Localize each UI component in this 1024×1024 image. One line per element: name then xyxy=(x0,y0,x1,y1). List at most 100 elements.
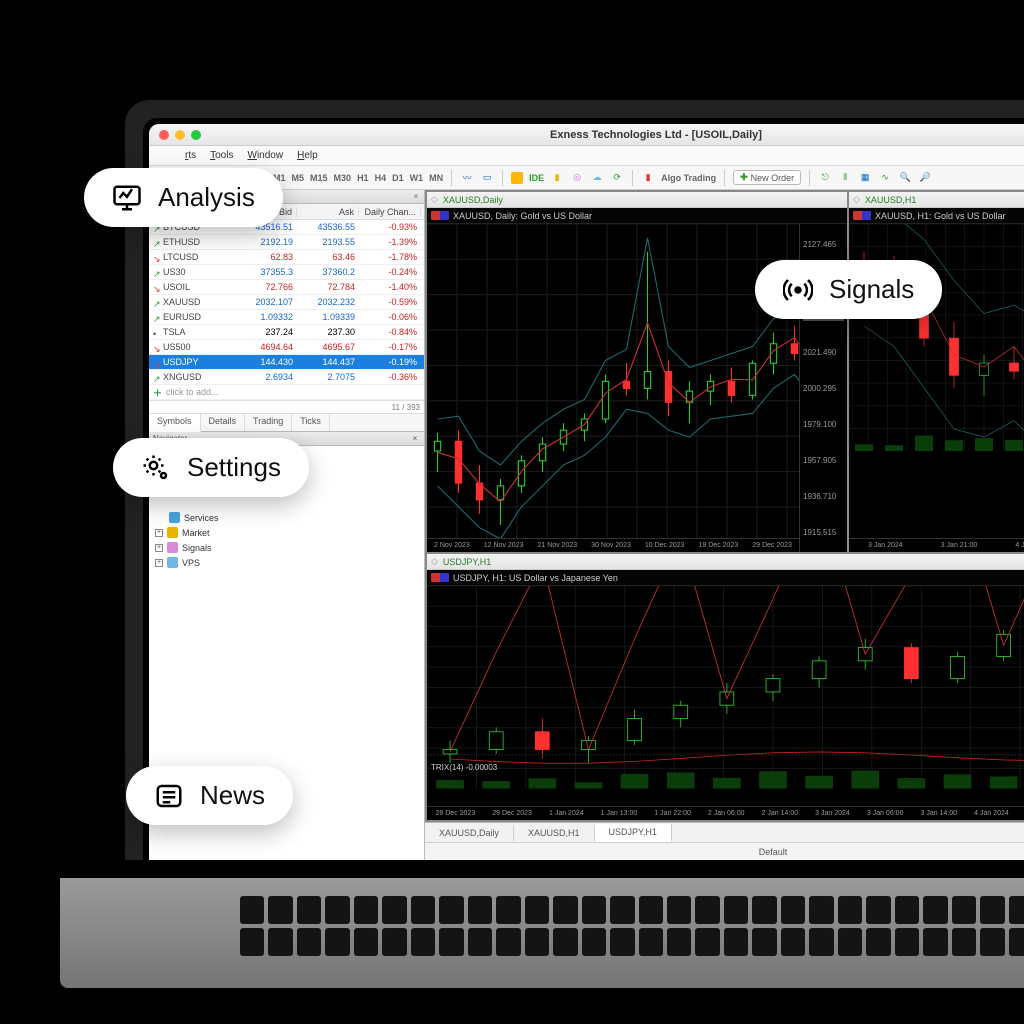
minimize-window-icon[interactable] xyxy=(175,130,185,140)
tab-trading[interactable]: Trading xyxy=(245,414,292,431)
zoom-out-icon[interactable]: 🔎 xyxy=(918,171,932,185)
tab-details[interactable]: Details xyxy=(201,414,246,431)
zoom-in-icon[interactable]: 🔍 xyxy=(898,171,912,185)
tab-symbols[interactable]: Symbols xyxy=(149,414,201,432)
market-watch-row[interactable]: ↗ETHUSD2192.192193.55-1.39% xyxy=(149,235,424,250)
chart-pane-xauusd-daily: ◇ XAUUSD,Daily XAUUSD, Daily: Gold vs US… xyxy=(427,192,847,552)
algo-trading-button[interactable]: Algo Trading xyxy=(661,173,716,183)
market-watch-row[interactable]: ↗XAUUSD2032.1072032.232-0.59% xyxy=(149,295,424,310)
menu-bar: rts Tools Window Help xyxy=(149,146,1024,166)
timeframe-button[interactable]: H4 xyxy=(375,173,387,183)
ide-button[interactable]: IDE xyxy=(529,173,544,183)
pill-settings[interactable]: Settings xyxy=(113,438,309,497)
laptop-base xyxy=(60,878,1024,988)
shopping-bag-icon[interactable]: ▮ xyxy=(550,171,564,185)
chart-minimize-icon[interactable]: ◇ xyxy=(853,194,860,205)
chart-header: XAUUSD, Daily: Gold vs US Dollar xyxy=(427,208,847,224)
market-watch-row[interactable]: ↗EURUSD1.093321.09339-0.06% xyxy=(149,310,424,325)
add-symbol-row[interactable]: ＋ click to add... xyxy=(149,385,424,400)
autotrade-icon[interactable]: ⎋ xyxy=(818,171,832,185)
symbol-count: 11 / 393 xyxy=(392,403,420,412)
pill-news[interactable]: News xyxy=(126,766,293,825)
vps-cloud-icon[interactable]: ☁ xyxy=(590,171,604,185)
navigator-item[interactable]: +Signals xyxy=(155,540,418,555)
window-title: Exness Technologies Ltd - [USOIL,Daily] xyxy=(201,129,1024,141)
market-watch-row[interactable]: ↘US5004694.644695.67-0.17% xyxy=(149,340,424,355)
close-window-icon[interactable] xyxy=(159,130,169,140)
close-icon[interactable]: × xyxy=(410,434,420,443)
status-text: Default xyxy=(759,847,788,857)
timeframe-button[interactable]: D1 xyxy=(392,173,404,183)
x-axis: 3 Jan 20243 Jan 21:004 Jan 06:00 xyxy=(849,538,1024,552)
menu-item[interactable]: Window xyxy=(247,150,283,161)
chart-minimize-icon[interactable]: ◇ xyxy=(431,194,438,205)
timeframe-button[interactable]: M15 xyxy=(310,173,328,183)
monitor-chart-icon xyxy=(112,183,142,213)
chart-tab-button[interactable]: XAUUSD,Daily xyxy=(425,825,514,841)
chart-tab[interactable]: ◇ XAUUSD,Daily xyxy=(427,192,847,208)
pill-signals[interactable]: Signals xyxy=(755,260,942,319)
navigator-item[interactable]: +VPS xyxy=(155,555,418,570)
depth-icon[interactable]: ⫴ xyxy=(838,171,852,185)
indicator-icon[interactable]: 〰 xyxy=(460,171,474,185)
chart-header: XAUUSD, H1: Gold vs US Dollar xyxy=(849,208,1024,224)
chart-canvas[interactable]: TRIX(14) -0.00003 28 Dec 202329 Dec 2023… xyxy=(427,586,1024,820)
menu-item[interactable]: Help xyxy=(297,150,318,161)
market-watch-row[interactable]: ↗XNGUSD2.69342.7075-0.36% xyxy=(149,370,424,385)
news-icon xyxy=(154,781,184,811)
window-controls xyxy=(159,130,201,140)
market-watch-row[interactable]: ↗US3037355.337360.2-0.24% xyxy=(149,265,424,280)
gear-icon xyxy=(141,453,171,483)
left-panel: × Symbol Bid Ask Daily Chan... ↗BTCUSD43… xyxy=(149,190,425,860)
market-watch-row[interactable]: •TSLA237.24237.30-0.84% xyxy=(149,325,424,340)
close-icon[interactable]: × xyxy=(411,192,421,201)
chart-tab-button[interactable]: XAUUSD,H1 xyxy=(514,825,595,841)
timeframe-button[interactable]: H1 xyxy=(357,173,369,183)
timeframe-button[interactable]: M30 xyxy=(334,173,352,183)
plus-icon: ✚ xyxy=(740,172,748,183)
status-bar: Default xyxy=(425,842,1024,860)
menu-item[interactable]: Tools xyxy=(210,150,233,161)
new-order-button[interactable]: ✚ New Order xyxy=(733,170,801,185)
market-watch-footer: 11 / 393 xyxy=(149,400,424,414)
chart-window-icon[interactable]: ∿ xyxy=(878,171,892,185)
chart-tab-label: XAUUSD,Daily xyxy=(443,195,503,205)
timeframe-button[interactable]: M5 xyxy=(292,173,305,183)
col-ask[interactable]: Ask xyxy=(297,207,359,217)
market-watch-tabs: Symbols Details Trading Ticks xyxy=(149,414,424,432)
grid-icon[interactable]: ▦ xyxy=(858,171,872,185)
navigator-item[interactable]: +Market xyxy=(155,525,418,540)
chart-tab-button[interactable]: USDJPY,H1 xyxy=(595,824,672,842)
chart-tab-label: USDJPY,H1 xyxy=(443,557,491,567)
signals-icon[interactable]: ◎ xyxy=(570,171,584,185)
chart-header: USDJPY, H1: US Dollar vs Japanese Yen xyxy=(427,570,1024,586)
tab-ticks[interactable]: Ticks xyxy=(292,414,330,431)
market-watch-row[interactable]: ↘LTCUSD62.8363.46-1.78% xyxy=(149,250,424,265)
template-icon[interactable]: ▭ xyxy=(480,171,494,185)
col-change[interactable]: Daily Chan... xyxy=(359,207,421,217)
x-axis: 2 Nov 202312 Nov 202321 Nov 202330 Nov 2… xyxy=(427,538,799,552)
algo-stop-icon[interactable]: ▮ xyxy=(641,171,655,185)
chart-minimize-icon[interactable]: ◇ xyxy=(431,556,438,567)
add-symbol-placeholder: click to add... xyxy=(166,387,219,397)
pair-flag-icon xyxy=(431,211,449,220)
market-watch-row[interactable]: ↘USDJPY144.430144.437-0.19% xyxy=(149,355,424,370)
x-axis: 28 Dec 202329 Dec 20231 Jan 20241 Jan 13… xyxy=(427,806,1024,820)
chart-tab[interactable]: ◇ XAUUSD,H1 xyxy=(849,192,1024,208)
chart-title: XAUUSD, Daily: Gold vs US Dollar xyxy=(453,211,592,221)
market-watch-rows: ↗BTCUSD43516.5143536.55-0.93%↗ETHUSD2192… xyxy=(149,220,424,385)
menu-item[interactable]: rts xyxy=(185,150,196,161)
timeframe-button[interactable]: W1 xyxy=(410,173,424,183)
broadcast-icon xyxy=(783,275,813,305)
pair-flag-icon xyxy=(853,211,871,220)
timeframe-button[interactable]: MN xyxy=(429,173,443,183)
chart-tab[interactable]: ◇ USDJPY,H1 xyxy=(427,554,1024,570)
market-watch-row[interactable]: ↘USOIL72.76672.784-1.40% xyxy=(149,280,424,295)
pill-analysis[interactable]: Analysis xyxy=(84,168,283,227)
maximize-window-icon[interactable] xyxy=(191,130,201,140)
chart-title: XAUUSD, H1: Gold vs US Dollar xyxy=(875,211,1006,221)
new-order-label: New Order xyxy=(751,173,795,183)
refresh-icon[interactable]: ⟳ xyxy=(610,171,624,185)
navigator-item[interactable]: Services xyxy=(155,510,418,525)
market-icon[interactable] xyxy=(511,172,523,184)
